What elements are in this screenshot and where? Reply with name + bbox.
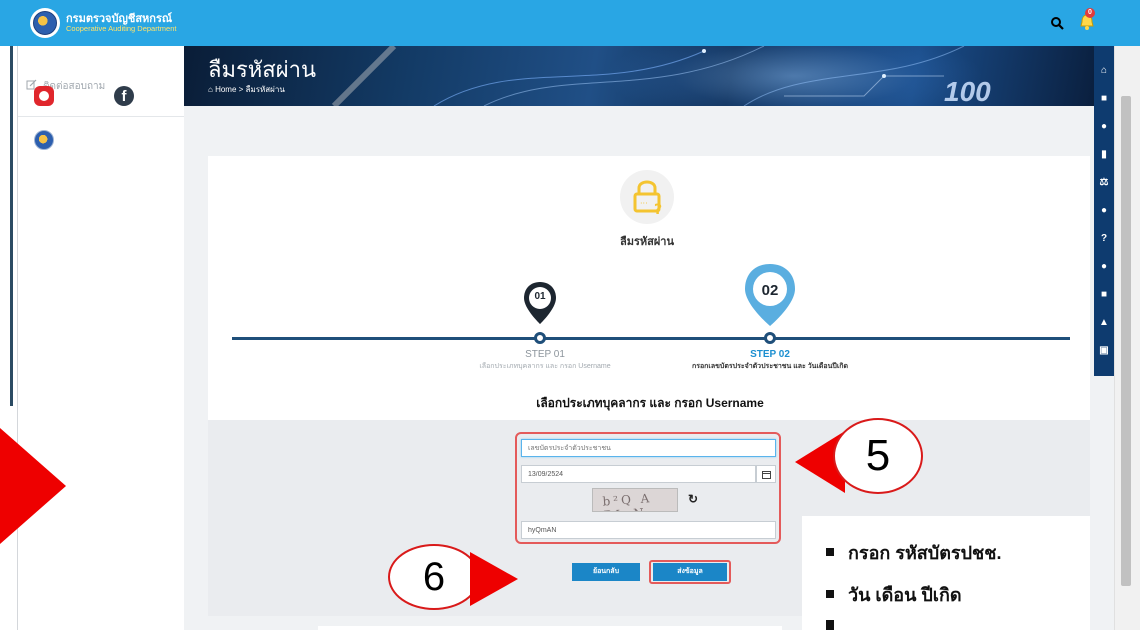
captcha-input[interactable] bbox=[521, 521, 776, 539]
notification-badge: 0 bbox=[1085, 8, 1095, 18]
step-01-pin-icon bbox=[524, 282, 556, 324]
page-title: ลืมรหัสผ่าน bbox=[208, 57, 317, 82]
annotation-note: กรอก รหัสบัตรปชช. วัน เดือน ปีเกิด bbox=[802, 516, 1090, 630]
home-icon[interactable]: ⌂ bbox=[1098, 66, 1110, 76]
step-01-dot bbox=[534, 332, 546, 344]
card-title: ลืมรหัสผ่าน bbox=[619, 236, 674, 248]
note-item: กรอก รหัสบัตรปชช. bbox=[826, 538, 1001, 567]
sitemap-icon[interactable]: ▲ bbox=[1098, 318, 1110, 328]
home-icon: ⌂ bbox=[208, 85, 213, 94]
breadcrumb[interactable]: ⌂ Home > ลืมรหัสผ่าน bbox=[208, 83, 285, 96]
note-item: วัน เดือน ปีเกิด bbox=[826, 580, 962, 609]
step-progress-line bbox=[232, 337, 1070, 340]
page-banner: ลืมรหัสผ่าน ⌂ Home > ลืมรหัสผ่าน 100 bbox=[184, 46, 1094, 106]
calendar-icon[interactable]: ■ bbox=[1098, 290, 1110, 300]
step-02-label: STEP 02 bbox=[750, 349, 790, 360]
balance-scale-icon[interactable]: ⚖ bbox=[1098, 178, 1110, 188]
lock-question-icon: ··· ? bbox=[620, 170, 674, 224]
step-01-number: 01 bbox=[534, 291, 546, 302]
brand-name-en: Cooperative Auditing Department bbox=[66, 24, 177, 33]
left-edge-accent bbox=[10, 46, 13, 406]
question-icon[interactable]: ? bbox=[1098, 234, 1110, 244]
submit-button[interactable]: ส่งข้อมูล bbox=[653, 563, 727, 581]
search-icon[interactable] bbox=[1050, 16, 1064, 30]
bullet-icon bbox=[826, 548, 834, 557]
chat-icon[interactable]: ● bbox=[1098, 206, 1110, 216]
svg-text:···: ··· bbox=[640, 199, 648, 208]
divider bbox=[18, 116, 184, 117]
birth-date-input[interactable] bbox=[521, 465, 756, 483]
refresh-captcha-icon[interactable]: ↻ bbox=[688, 492, 698, 506]
note-text: กรอก รหัสบัตรปชช. bbox=[848, 543, 1002, 563]
step-02-dot bbox=[764, 332, 776, 344]
scrollbar-thumb[interactable] bbox=[1121, 96, 1131, 586]
database-icon[interactable]: ▮ bbox=[1098, 150, 1110, 160]
captcha-text: b²Q A RL N bbox=[602, 491, 653, 511]
video-icon[interactable]: ■ bbox=[1098, 94, 1110, 104]
department-logo[interactable] bbox=[30, 8, 60, 38]
department-small-logo-icon[interactable] bbox=[34, 130, 54, 150]
image-icon[interactable]: ▣ bbox=[1098, 346, 1110, 356]
banner-decor-digits: 100 bbox=[944, 76, 991, 106]
back-button[interactable]: ย้อนกลับ bbox=[572, 563, 640, 581]
facebook-icon[interactable]: f bbox=[114, 86, 134, 106]
svg-text:?: ? bbox=[654, 202, 662, 218]
page: กรมตรวจบัญชีสหกรณ์ Cooperative Auditing … bbox=[0, 0, 1140, 630]
breadcrumb-text: Home > ลืมรหัสผ่าน bbox=[215, 85, 285, 94]
users-icon[interactable]: ● bbox=[1098, 122, 1110, 132]
step-02-number: 02 bbox=[761, 282, 779, 299]
step-02-description: กรอกเลขบัตรประจำตัวประชาชน และ วันเดือนป… bbox=[691, 363, 849, 370]
bottom-edge bbox=[318, 626, 782, 630]
captcha-image: b²Q A RL N bbox=[592, 488, 678, 512]
bullet-icon bbox=[826, 590, 834, 599]
step-01-label: STEP 01 bbox=[525, 349, 565, 360]
bullet-icon bbox=[826, 620, 834, 630]
step-01-description: เลือกประเภทบุคลากร และ กรอก Username bbox=[479, 363, 611, 370]
youtube-icon[interactable] bbox=[34, 86, 54, 106]
quick-menu-rail: ⌂ ■ ● ▮ ⚖ ● ? ● ■ ▲ ▣ bbox=[1094, 46, 1114, 376]
seal-icon bbox=[33, 11, 57, 35]
comment-icon[interactable]: ● bbox=[1098, 262, 1110, 272]
annotation-step-5: 5 bbox=[833, 418, 923, 494]
calendar-icon[interactable] bbox=[756, 465, 776, 483]
annotation-step-6: 6 bbox=[388, 544, 480, 610]
annotation-arrow-6 bbox=[470, 552, 518, 606]
id-card-input[interactable] bbox=[521, 439, 776, 457]
annotation-arrow-left bbox=[0, 428, 66, 544]
form-heading: เลือกประเภทบุคลากร และ กรอก Username bbox=[536, 396, 764, 410]
note-text: วัน เดือน ปีเกิด bbox=[848, 585, 962, 605]
